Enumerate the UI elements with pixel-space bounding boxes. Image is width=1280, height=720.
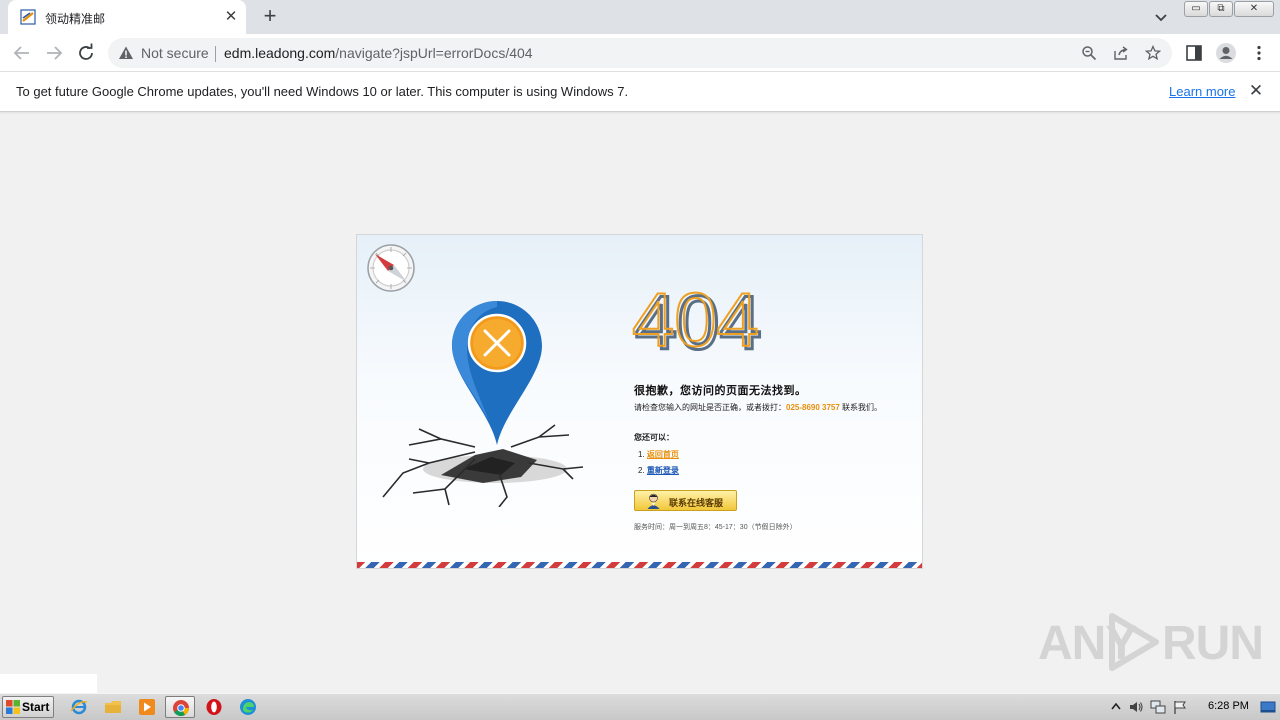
options-heading: 您还可以：	[634, 433, 674, 442]
leadong-favicon	[20, 9, 36, 25]
close-icon[interactable]: ✕	[1234, 1, 1274, 17]
windows-taskbar: Start 6:28 PM	[0, 693, 1280, 720]
back-home-link[interactable]: 返回首页	[647, 450, 679, 459]
support-agent-icon	[647, 493, 660, 509]
minimize-icon[interactable]: ▭	[1184, 1, 1208, 17]
error-code-404: 404 404	[631, 277, 763, 363]
contact-support-label: 联系在线客服	[669, 498, 724, 508]
compass-icon	[367, 244, 415, 292]
back-arrow-icon[interactable]	[10, 41, 34, 65]
start-label: Start	[22, 700, 50, 714]
edge-icon[interactable]	[233, 696, 263, 718]
opera-icon[interactable]	[199, 696, 229, 718]
share-icon[interactable]	[1113, 45, 1129, 61]
contact-support-button[interactable]: 联系在线客服	[634, 490, 737, 511]
learn-more-link[interactable]: Learn more	[1169, 84, 1235, 99]
bookmark-star-icon[interactable]	[1145, 45, 1161, 61]
show-hidden-icon[interactable]	[1108, 699, 1124, 715]
menu-icon[interactable]	[1250, 44, 1268, 62]
profile-icon[interactable]	[1215, 42, 1237, 64]
page-corner-strip	[0, 674, 97, 693]
new-tab-button[interactable]: +	[258, 5, 282, 29]
error-check-line: 请检查您输入的网址是否正确，或者拨打：025-8690 3757 联系我们。	[634, 402, 882, 413]
watermark-run: RUN	[1162, 617, 1264, 670]
show-desktop-icon[interactable]	[1260, 699, 1276, 715]
broken-location-pin-icon	[382, 301, 584, 507]
check-suffix: 联系我们。	[839, 403, 883, 412]
network-icon[interactable]	[1150, 699, 1166, 715]
side-panel-icon[interactable]	[1185, 44, 1203, 62]
tab-search-chevron-icon[interactable]	[1150, 7, 1172, 27]
watermark-play-icon	[1109, 613, 1159, 671]
not-secure-label[interactable]: Not secure	[141, 45, 209, 61]
browser-toolbar: Not secure edm.leadong.com/navigate?jspU…	[0, 34, 1280, 72]
tab-title: 领动精准邮	[45, 12, 106, 26]
url-text[interactable]: edm.leadong.com/navigate?jspUrl=errorDoc…	[224, 45, 533, 61]
error-card: 404 404 很抱歉，您访问的页面无法找到。 请检查您输入的网址是否正确，或者…	[356, 234, 923, 569]
windows-flag-icon	[6, 700, 20, 714]
error-headline: 很抱歉，您访问的页面无法找到。	[634, 385, 807, 397]
airmail-border	[357, 562, 922, 568]
tab-strip: 领动精准邮 ✕ + ▭ ⧉ ✕	[0, 0, 1280, 34]
infobar-message: To get future Google Chrome updates, you…	[16, 84, 629, 99]
option-number: 2.	[638, 466, 645, 475]
anyrun-watermark: ANY RUN	[1038, 612, 1264, 672]
start-button[interactable]: Start	[2, 696, 54, 718]
action-center-flag-icon[interactable]	[1172, 699, 1188, 715]
check-prefix: 请检查您输入的网址是否正确，或者拨打：	[634, 403, 786, 412]
reload-icon[interactable]	[74, 41, 98, 65]
option-home: 1. 返回首页	[638, 449, 679, 460]
address-bar[interactable]: Not secure edm.leadong.com/navigate?jspU…	[108, 38, 1172, 68]
update-infobar: To get future Google Chrome updates, you…	[0, 72, 1280, 112]
system-tray: 6:28 PM	[1104, 696, 1278, 718]
omnibox-divider	[215, 46, 216, 62]
infobar-close-icon[interactable]: ✕	[1247, 82, 1265, 100]
url-path: /navigate?jspUrl=errorDocs/404	[335, 45, 533, 61]
chrome-icon[interactable]	[165, 696, 195, 718]
zoom-icon[interactable]	[1081, 45, 1097, 61]
explorer-folder-icon[interactable]	[98, 696, 128, 718]
taskbar-clock[interactable]: 6:28 PM	[1208, 700, 1249, 712]
ie-icon[interactable]	[64, 696, 94, 718]
browser-tab[interactable]: 领动精准邮 ✕	[8, 0, 246, 34]
error-code-text: 404	[632, 278, 759, 363]
option-number: 1.	[638, 450, 645, 459]
tab-close-icon[interactable]: ✕	[222, 8, 240, 26]
restore-icon[interactable]: ⧉	[1209, 1, 1233, 17]
volume-icon[interactable]	[1128, 699, 1144, 715]
url-host: edm.leadong.com	[224, 45, 336, 61]
media-player-icon[interactable]	[132, 696, 162, 718]
support-phone: 025-8690 3757	[786, 403, 840, 412]
warning-triangle-icon[interactable]	[118, 45, 134, 61]
service-hours: 服务时间：周一到周五8：45-17：30（节假日除外）	[634, 524, 797, 531]
option-login: 2. 重新登录	[638, 465, 679, 476]
forward-arrow-icon[interactable]	[42, 41, 66, 65]
relogin-link[interactable]: 重新登录	[647, 466, 679, 475]
